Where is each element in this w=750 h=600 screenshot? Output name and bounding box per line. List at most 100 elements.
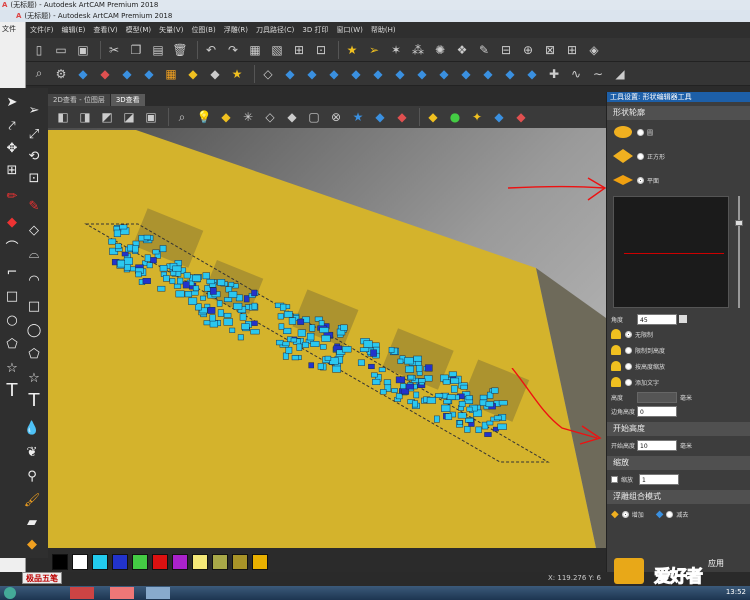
brush-icon[interactable]: ✎ (475, 41, 493, 59)
ellipse-icon[interactable]: ◯ (24, 320, 44, 340)
eraser-white-icon[interactable]: ◇ (24, 220, 44, 240)
move-icon[interactable]: ✥ (2, 138, 22, 158)
save-icon[interactable]: ▣ (74, 41, 92, 59)
limit-option-scale[interactable]: 按高度缩放 (607, 358, 750, 374)
taskbar-app-icon[interactable] (70, 587, 94, 599)
start-orb-icon[interactable] (4, 587, 16, 599)
pen-red-icon[interactable]: ✏ (2, 186, 22, 206)
relief-yellow-icon[interactable]: ◆ (184, 65, 202, 83)
taskbar-browser-icon[interactable] (146, 587, 170, 599)
node-arrow-icon[interactable]: ➢ (24, 100, 44, 120)
menu-item-9[interactable]: 窗口(W) (336, 25, 362, 35)
relief-wave-icon[interactable]: ◆ (140, 65, 158, 83)
color-swatch-4[interactable] (132, 554, 148, 570)
relief-tool-9-icon[interactable]: ◆ (457, 65, 475, 83)
radio-flat[interactable] (637, 176, 644, 184)
relief-blue2-icon[interactable]: ◆ (490, 108, 508, 126)
star-outline-icon[interactable]: ☆ (24, 368, 44, 388)
menu-item-0[interactable]: 文件(F) (30, 25, 54, 35)
fill-drop-icon[interactable]: 💧 (22, 418, 42, 438)
color-swatch-6[interactable] (172, 554, 188, 570)
color-relief-icon[interactable]: ◆ (512, 108, 530, 126)
radio-add-text[interactable] (625, 378, 632, 386)
angle-spinner[interactable] (679, 315, 687, 323)
menu-item-5[interactable]: 位图(B) (191, 25, 215, 35)
menu-item-4[interactable]: 矢量(V) (159, 25, 183, 35)
taskbar-artcam-icon[interactable] (110, 587, 134, 599)
color-swatch-9[interactable] (232, 554, 248, 570)
snap-icon[interactable]: ⊡ (312, 41, 330, 59)
ramp-icon[interactable]: ◢ (611, 65, 629, 83)
relief-tool-4-icon[interactable]: ◆ (347, 65, 365, 83)
plus-icon[interactable]: ✚ (545, 65, 563, 83)
star-view-icon[interactable]: ★ (349, 108, 367, 126)
relief-tool-10-icon[interactable]: ◆ (479, 65, 497, 83)
tilde-icon[interactable]: ∼ (589, 65, 607, 83)
zoom-view-icon[interactable]: ⌕ (173, 108, 191, 126)
pointer-icon[interactable]: ⤢ (24, 124, 44, 144)
text-icon[interactable]: T (2, 380, 22, 401)
brush-icon[interactable]: 🖌 (22, 490, 42, 510)
relief-blue-icon[interactable]: ◆ (74, 65, 92, 83)
vector-arrow-icon[interactable]: ➢ (365, 41, 383, 59)
relief-view-icon[interactable]: ◆ (371, 108, 389, 126)
shape-option-flat[interactable]: 平面 (607, 168, 750, 192)
scale-checkbox[interactable] (611, 475, 618, 483)
limit-option-text[interactable]: 添加文字 (607, 374, 750, 390)
menu-item-2[interactable]: 查看(V) (93, 25, 117, 35)
star-shape-icon[interactable]: ☆ (2, 358, 22, 378)
color-swatch-3[interactable] (112, 554, 128, 570)
grid-icon[interactable]: ⊞ (290, 41, 308, 59)
relief-tool-5-icon[interactable]: ◆ (369, 65, 387, 83)
rotate-icon[interactable]: ⟲ (24, 146, 44, 166)
green-shape-icon[interactable]: ● (446, 108, 464, 126)
wand-icon[interactable]: ✶ (387, 41, 405, 59)
height-slider[interactable] (735, 196, 743, 308)
color-swatch-8[interactable] (212, 554, 228, 570)
menu-item-1[interactable]: 编辑(E) (62, 25, 86, 35)
relief-flat-icon[interactable]: ◇ (259, 65, 277, 83)
menu-item-3[interactable]: 模型(M) (126, 25, 152, 35)
radio-scale-height[interactable] (625, 362, 632, 370)
view-box-icon[interactable]: ▢ (305, 108, 323, 126)
base-angle-input[interactable]: 0 (637, 405, 677, 417)
paint-bucket-icon[interactable]: ◆ (22, 534, 42, 554)
color-swatch-0[interactable] (52, 554, 68, 570)
menu-item-6[interactable]: 浮雕(R) (224, 25, 248, 35)
open-folder-icon[interactable]: ▭ (52, 41, 70, 59)
pencil-red-icon[interactable]: ✎ (24, 196, 44, 216)
undo-icon[interactable]: ↶ (202, 41, 220, 59)
star-icon[interactable]: ★ (228, 65, 246, 83)
arc-icon[interactable]: ◠ (24, 270, 44, 290)
start-height-input[interactable]: 10 (637, 439, 677, 451)
menu-item-10[interactable]: 帮助(H) (371, 25, 396, 35)
crop-icon[interactable]: ⊡ (24, 168, 44, 188)
relief-red-view-icon[interactable]: ◆ (393, 108, 411, 126)
link-icon[interactable]: ⊗ (327, 108, 345, 126)
pentagon-icon[interactable]: ⬠ (24, 344, 44, 364)
color-swatch-5[interactable] (152, 554, 168, 570)
view-cube-back-icon[interactable]: ▣ (142, 108, 160, 126)
bezier-icon[interactable]: ⌓ (24, 244, 44, 264)
table-icon[interactable]: ⊞ (2, 160, 22, 180)
menu-item-7[interactable]: 刀具路径(C) (256, 25, 294, 35)
circle-icon[interactable]: ○ (2, 310, 22, 330)
slider-thumb[interactable] (735, 220, 743, 226)
radio-subtract[interactable] (666, 510, 674, 518)
relief-tool-7-icon[interactable]: ◆ (413, 65, 431, 83)
scale-input[interactable]: 1 (639, 473, 679, 485)
relief-gray-icon[interactable]: ◆ (206, 65, 224, 83)
color-swatch-7[interactable] (192, 554, 208, 570)
star-folder-icon[interactable]: ★ (343, 41, 361, 59)
relief-red-icon[interactable]: ◆ (96, 65, 114, 83)
zoom-icon[interactable]: ⌕ (30, 65, 48, 83)
gear-icon[interactable]: ⚙ (52, 65, 70, 83)
axes-icon[interactable]: ✳ (239, 108, 257, 126)
merge-icon[interactable]: ⊕ (519, 41, 537, 59)
polyline-icon[interactable]: ⌐ (2, 262, 22, 282)
view-cube-side-icon[interactable]: ◪ (120, 108, 138, 126)
tab-1[interactable]: 3D查看 (110, 94, 145, 106)
spline-icon[interactable]: ⌒ (2, 236, 22, 256)
radio-round[interactable] (637, 128, 644, 136)
radio-add[interactable] (621, 510, 629, 518)
